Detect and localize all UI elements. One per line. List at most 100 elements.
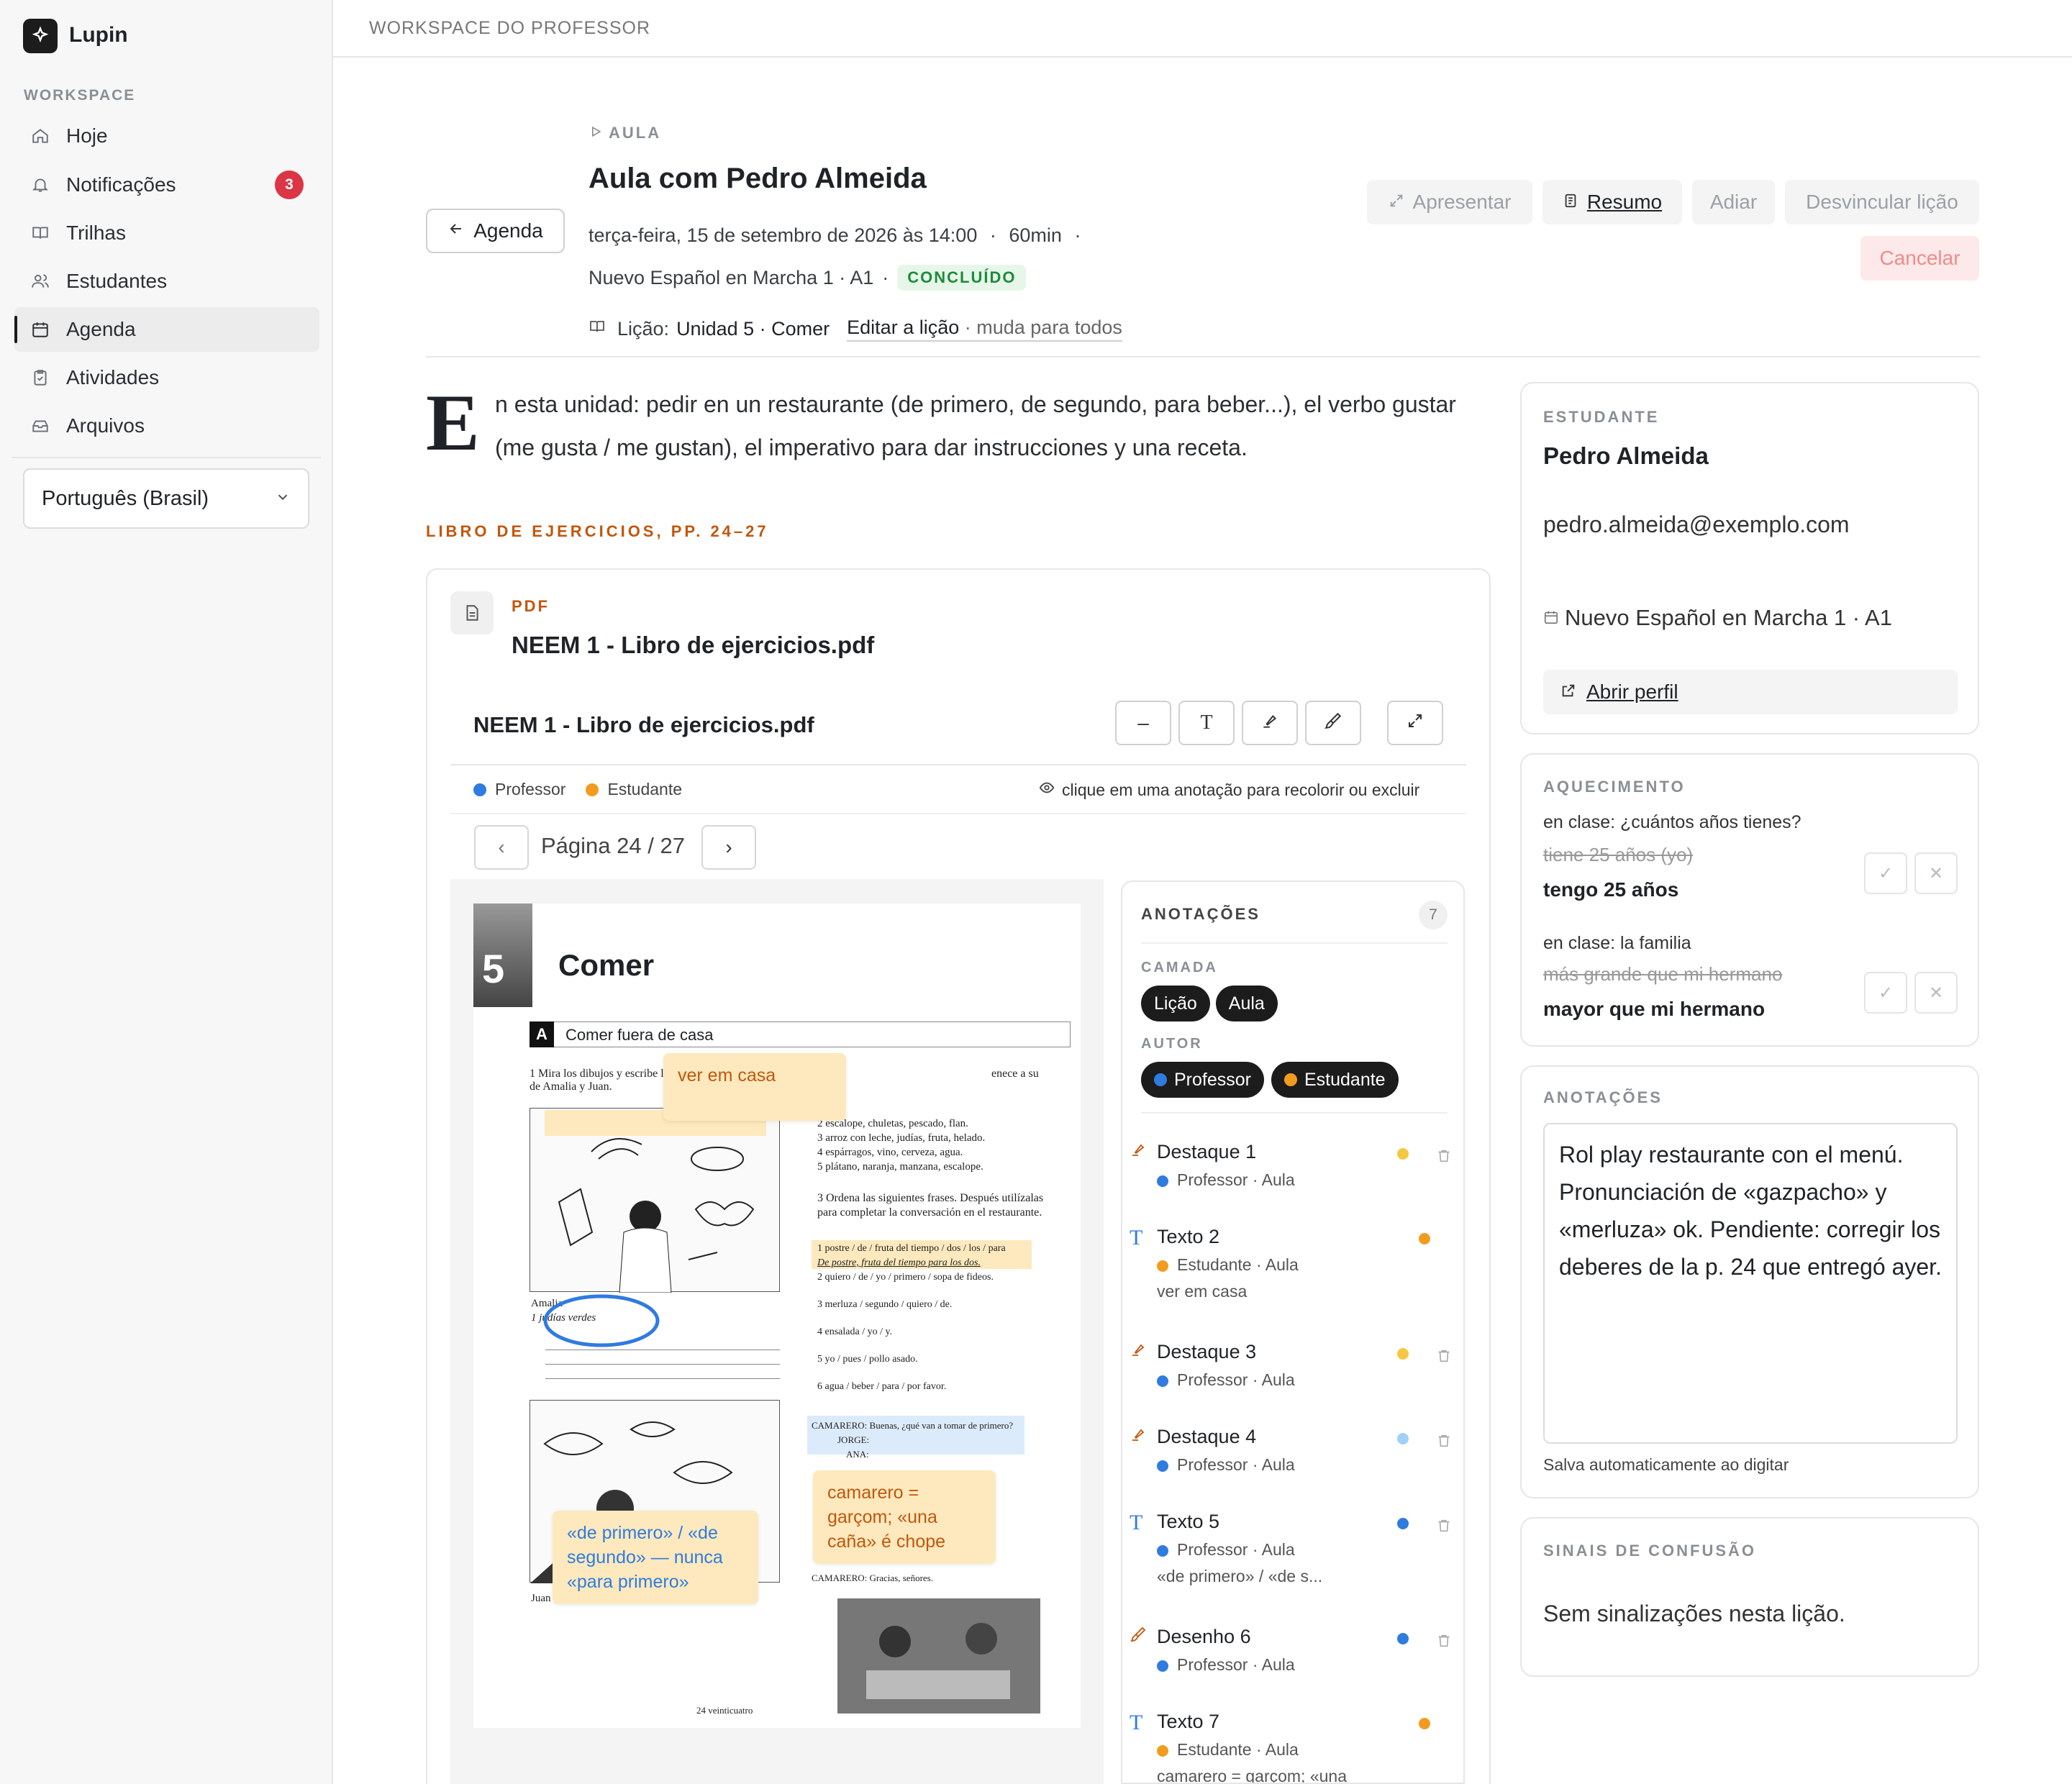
highlight-tool-button[interactable] bbox=[1242, 701, 1298, 745]
sidebar-item-notificacoes[interactable]: Notificações 3 bbox=[14, 163, 319, 207]
unlink-lesson-button[interactable]: Desvincular lição bbox=[1785, 180, 1979, 224]
accept-button[interactable]: ✓ bbox=[1864, 972, 1907, 1014]
annotation-color-swatch[interactable] bbox=[1419, 1233, 1430, 1244]
lesson-kicker-label: AULA bbox=[609, 124, 662, 142]
present-button[interactable]: Apresentar bbox=[1367, 180, 1532, 224]
lesson-name: Unidad 5 · Comer bbox=[676, 318, 830, 340]
teacher-color-dot bbox=[473, 783, 486, 796]
annotation-color-swatch[interactable] bbox=[1397, 1518, 1409, 1529]
header-divider bbox=[426, 356, 1980, 358]
arrow-left-icon bbox=[447, 219, 465, 242]
unit-title: Comer bbox=[558, 948, 655, 982]
annotation-color-swatch[interactable] bbox=[1419, 1718, 1430, 1729]
highlighter-icon bbox=[1260, 711, 1279, 735]
student-text-note[interactable]: camarero = garçom; «una caña» é chope bbox=[813, 1470, 996, 1564]
annotation-legend: Professor Estudante bbox=[473, 780, 682, 799]
annotation-item[interactable]: Destaque 4 Professor · Aula bbox=[1132, 1426, 1452, 1475]
cancel-button[interactable]: Cancelar bbox=[1860, 236, 1979, 281]
workspace-title: WORKSPACE DO PROFESSOR bbox=[369, 18, 651, 38]
open-profile-button[interactable]: Abrir perfil bbox=[1543, 670, 1958, 714]
prev-page-button[interactable]: ‹ bbox=[474, 825, 529, 870]
trash-icon[interactable] bbox=[1436, 1148, 1452, 1169]
viewer-title: NEEM 1 - Libro de ejercicios.pdf bbox=[473, 712, 814, 737]
annotation-item[interactable]: T Texto 2 Estudante · Aula ver em casa bbox=[1130, 1226, 1452, 1301]
layer-chip-aula[interactable]: Aula bbox=[1215, 986, 1278, 1021]
juan-label: Juan bbox=[531, 1593, 551, 1604]
viewer-divider bbox=[450, 764, 1466, 765]
layer-filter: Lição Aula bbox=[1141, 986, 1278, 1021]
annotation-meta: Professor · Aula bbox=[1157, 1370, 1452, 1390]
zoom-out-button[interactable]: – bbox=[1115, 701, 1171, 745]
notes-textarea[interactable]: Rol play restaurante con el menú. Pronun… bbox=[1543, 1123, 1958, 1444]
fullscreen-button[interactable] bbox=[1387, 701, 1443, 745]
pdf-page[interactable]: 5 Comer A Comer fuera de casa 1 Mira los… bbox=[473, 904, 1081, 1728]
warmup-prompt: en clase: ¿cuántos años tienes? bbox=[1543, 812, 1801, 832]
exercise-3-items: 1 postre / de / fruta del tiempo / dos /… bbox=[817, 1242, 1062, 1394]
postpone-button[interactable]: Adiar bbox=[1692, 180, 1775, 224]
sidebar-item-label: Hoje bbox=[66, 124, 108, 147]
restaurant-photo bbox=[837, 1598, 1040, 1714]
student-card: ESTUDANTE Pedro Almeida pedro.almeida@ex… bbox=[1520, 382, 1979, 734]
document-icon bbox=[450, 591, 494, 634]
annotation-item[interactable]: T Texto 5 Professor · Aula «de primero» … bbox=[1130, 1511, 1452, 1586]
language-select[interactable]: Português (Brasil) bbox=[23, 468, 309, 529]
accept-button[interactable]: ✓ bbox=[1864, 852, 1907, 894]
next-page-button[interactable]: › bbox=[701, 825, 756, 870]
summary-button-label: Resumo bbox=[1586, 191, 1663, 213]
lesson-prefix: Lição: bbox=[617, 318, 670, 340]
annotation-item[interactable]: Destaque 3 Professor · Aula bbox=[1132, 1341, 1452, 1390]
legend-teacher: Professor bbox=[495, 780, 566, 798]
annotation-meta: Professor · Aula bbox=[1157, 1540, 1452, 1560]
annotation-meta: Estudante · Aula bbox=[1157, 1255, 1452, 1275]
annotation-color-swatch[interactable] bbox=[1397, 1348, 1409, 1360]
annotation-color-swatch[interactable] bbox=[1397, 1633, 1409, 1644]
eye-icon bbox=[1039, 780, 1055, 800]
trash-icon[interactable] bbox=[1436, 1633, 1452, 1654]
text-tool-button[interactable]: T bbox=[1178, 701, 1235, 745]
food-list: 2 escalope, chuletas, pescado, flan. 3 a… bbox=[817, 1116, 1062, 1174]
sidebar-item-trilhas[interactable]: Trilhas bbox=[14, 211, 319, 255]
warmup-card: AQUECIMENTO en clase: ¿cuántos años tien… bbox=[1520, 753, 1979, 1047]
expand-icon bbox=[1389, 191, 1404, 214]
author-chip-estudante[interactable]: Estudante bbox=[1271, 1062, 1399, 1098]
author-chip-professor[interactable]: Professor bbox=[1141, 1062, 1264, 1098]
teacher-color-dot bbox=[1157, 1375, 1168, 1387]
sidebar-item-arquivos[interactable]: Arquivos bbox=[14, 404, 319, 448]
exercise-item: 1 postre / de / fruta del tiempo / dos /… bbox=[817, 1243, 1006, 1254]
legend-student: Estudante bbox=[607, 780, 683, 798]
annotation-author: Professor bbox=[1177, 1540, 1248, 1559]
draw-tool-button[interactable] bbox=[1305, 701, 1361, 745]
annotation-layer: Aula bbox=[1265, 1740, 1299, 1759]
sidebar-item-atividades[interactable]: Atividades bbox=[14, 355, 319, 400]
warmup-kicker: AQUECIMENTO bbox=[1543, 778, 1686, 796]
dismiss-button[interactable]: ✕ bbox=[1914, 852, 1958, 894]
student-text-note[interactable]: ver em casa bbox=[663, 1053, 846, 1121]
layer-chip-licao[interactable]: Lição bbox=[1141, 986, 1210, 1021]
annotation-item[interactable]: Destaque 1 Professor · Aula bbox=[1132, 1141, 1452, 1190]
text-icon: T bbox=[1130, 1711, 1143, 1734]
trash-icon[interactable] bbox=[1436, 1433, 1452, 1454]
trash-icon[interactable] bbox=[1436, 1518, 1452, 1539]
app-logo-icon[interactable] bbox=[23, 19, 58, 53]
edit-lesson-link[interactable]: Editar a lição · muda para todos bbox=[847, 317, 1122, 342]
text-icon: T bbox=[1130, 1226, 1143, 1250]
annotation-item[interactable]: T Texto 7 Estudante · Aula camarero = ga… bbox=[1130, 1711, 1452, 1783]
teacher-drawing-circle[interactable] bbox=[541, 1291, 663, 1351]
back-to-agenda-button[interactable]: Agenda bbox=[426, 209, 565, 253]
annotations-title: ANOTAÇÕES bbox=[1141, 905, 1260, 923]
play-icon bbox=[589, 124, 603, 142]
summary-button[interactable]: Resumo bbox=[1542, 180, 1682, 224]
annotation-color-swatch[interactable] bbox=[1397, 1433, 1409, 1444]
dialog-line: JORGE: bbox=[837, 1434, 870, 1445]
sidebar-item-estudantes[interactable]: Estudantes bbox=[14, 259, 319, 304]
annotation-color-swatch[interactable] bbox=[1397, 1148, 1409, 1160]
trash-icon[interactable] bbox=[1436, 1348, 1452, 1369]
author-chip-label: Professor bbox=[1174, 1069, 1251, 1090]
sidebar-item-agenda[interactable]: Agenda bbox=[14, 307, 319, 352]
teacher-text-note[interactable]: «de primero» / «de segundo» — nunca «par… bbox=[553, 1511, 758, 1604]
status-badge: CONCLUÍDO bbox=[897, 265, 1027, 291]
sidebar-item-hoje[interactable]: Hoje bbox=[14, 114, 319, 158]
annotation-layer: Aula bbox=[1261, 1170, 1295, 1189]
annotation-item[interactable]: Desenho 6 Professor · Aula bbox=[1130, 1626, 1452, 1675]
dismiss-button[interactable]: ✕ bbox=[1914, 972, 1958, 1014]
